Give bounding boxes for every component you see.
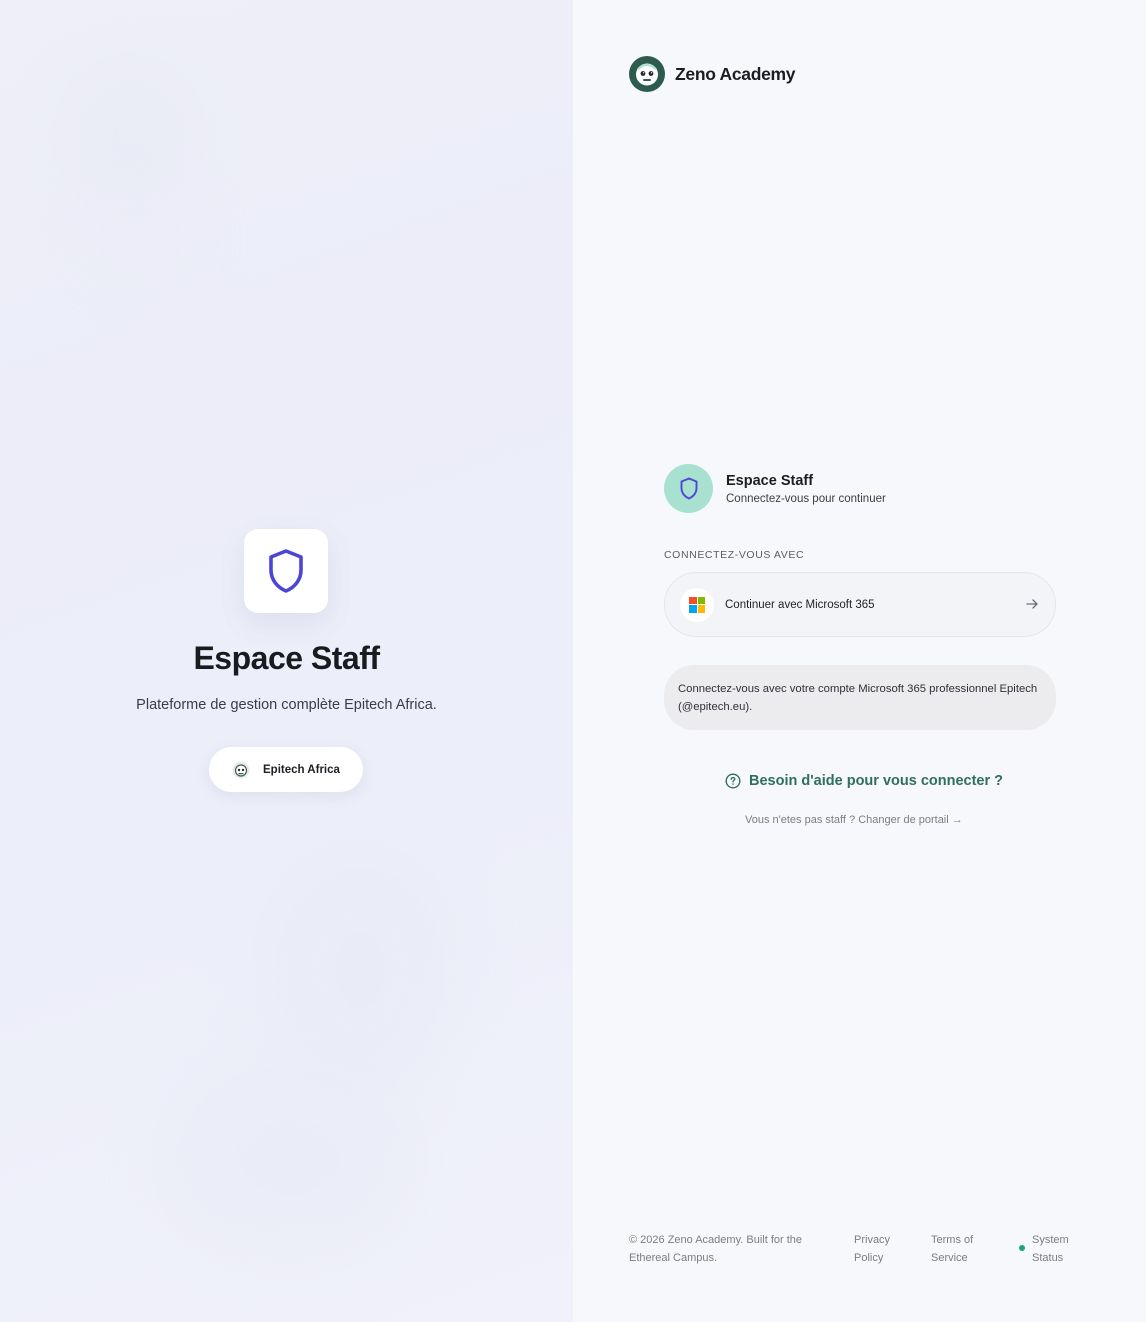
connect-with-label: CONNECTEZ-VOUS AVEC (664, 549, 805, 561)
login-panel: Zeno Academy Espace Staff Connectez-vous… (573, 0, 1146, 1322)
background-blur-shape (90, 210, 190, 270)
microsoft-login-button[interactable]: Continuer avec Microsoft 365 (664, 572, 1056, 637)
hero-title: Espace Staff (193, 640, 380, 676)
arrow-right-icon (1026, 599, 1038, 609)
background-blur-shape (60, 60, 200, 210)
help-circle-icon (725, 773, 741, 789)
switch-portal-link[interactable]: Vous n'etes pas staff ? Changer de porta… (745, 814, 963, 826)
microsoft-login-label: Continuer avec Microsoft 365 (725, 598, 875, 611)
login-header: Espace Staff Connectez-vous pour continu… (664, 464, 886, 513)
robot-mascot-icon (232, 761, 250, 778)
privacy-policy-link[interactable]: Privacy Policy (854, 1231, 904, 1267)
terms-of-service-link[interactable]: Terms of Service (931, 1231, 991, 1267)
login-subtitle: Connectez-vous pour continuer (726, 492, 886, 505)
background-blur-shape (160, 1050, 420, 1270)
help-link[interactable]: Besoin d'aide pour vous connecter ? (725, 773, 1003, 789)
hero-panel: Espace Staff Plateforme de gestion compl… (0, 0, 573, 1322)
system-status-link[interactable]: System Status (1032, 1231, 1082, 1267)
info-box: Connectez-vous avec votre compte Microso… (664, 665, 1056, 730)
shield-icon (269, 549, 303, 593)
robot-mascot-icon (629, 56, 665, 92)
help-link-label: Besoin d'aide pour vous connecter ? (749, 773, 1004, 789)
brand-name: Zeno Academy (675, 63, 796, 84)
status-dot-icon (1019, 1245, 1025, 1251)
brand[interactable]: Zeno Academy (629, 56, 796, 92)
campus-pill-label: Epitech Africa (263, 763, 340, 776)
microsoft-logo-icon (680, 587, 714, 622)
info-text: Connectez-vous avec votre compte Microso… (678, 683, 1038, 713)
staff-badge (664, 464, 713, 513)
login-title: Espace Staff (726, 472, 814, 489)
shield-icon (680, 477, 697, 500)
hero-shield-card (244, 529, 328, 613)
footer-copyright: © 2026 Zeno Academy. Built for the Ether… (629, 1234, 802, 1264)
hero-subtitle: Plateforme de gestion complète Epitech A… (136, 697, 437, 713)
campus-pill: Epitech Africa (209, 747, 363, 792)
